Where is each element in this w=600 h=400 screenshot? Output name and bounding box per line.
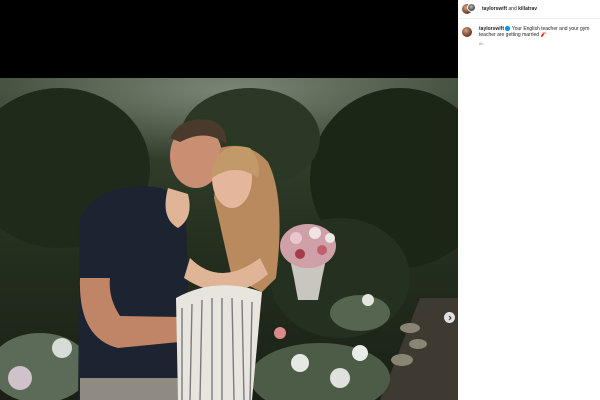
post-side-panel: taylorswift and killatrav taylorswift Yo…: [458, 0, 600, 400]
photo-illustration: [0, 78, 458, 400]
collab-avatars[interactable]: [462, 3, 476, 15]
divider: [458, 18, 600, 19]
post-header-usernames: taylorswift and killatrav: [482, 6, 537, 12]
avatar[interactable]: [467, 3, 476, 12]
header-username-primary[interactable]: taylorswift: [482, 6, 507, 12]
chevron-right-icon: [448, 315, 452, 320]
header-username-secondary[interactable]: killatrav: [518, 6, 537, 12]
caption: taylorswift Your English teacher and you…: [462, 26, 600, 46]
verified-badge-icon: [505, 26, 510, 31]
caption-text-block: taylorswift Your English teacher and you…: [479, 26, 599, 39]
caption-body: taylorswift Your English teacher and you…: [479, 26, 599, 46]
caption-emoji: 🧨: [540, 32, 547, 39]
post-media-area: [0, 0, 458, 400]
post-photo[interactable]: [0, 78, 458, 400]
caption-timestamp[interactable]: 6h: [479, 41, 599, 46]
avatar[interactable]: [462, 27, 472, 37]
post-header: taylorswift and killatrav: [462, 2, 598, 16]
next-photo-button[interactable]: [444, 312, 455, 323]
header-joiner: and: [507, 6, 519, 12]
